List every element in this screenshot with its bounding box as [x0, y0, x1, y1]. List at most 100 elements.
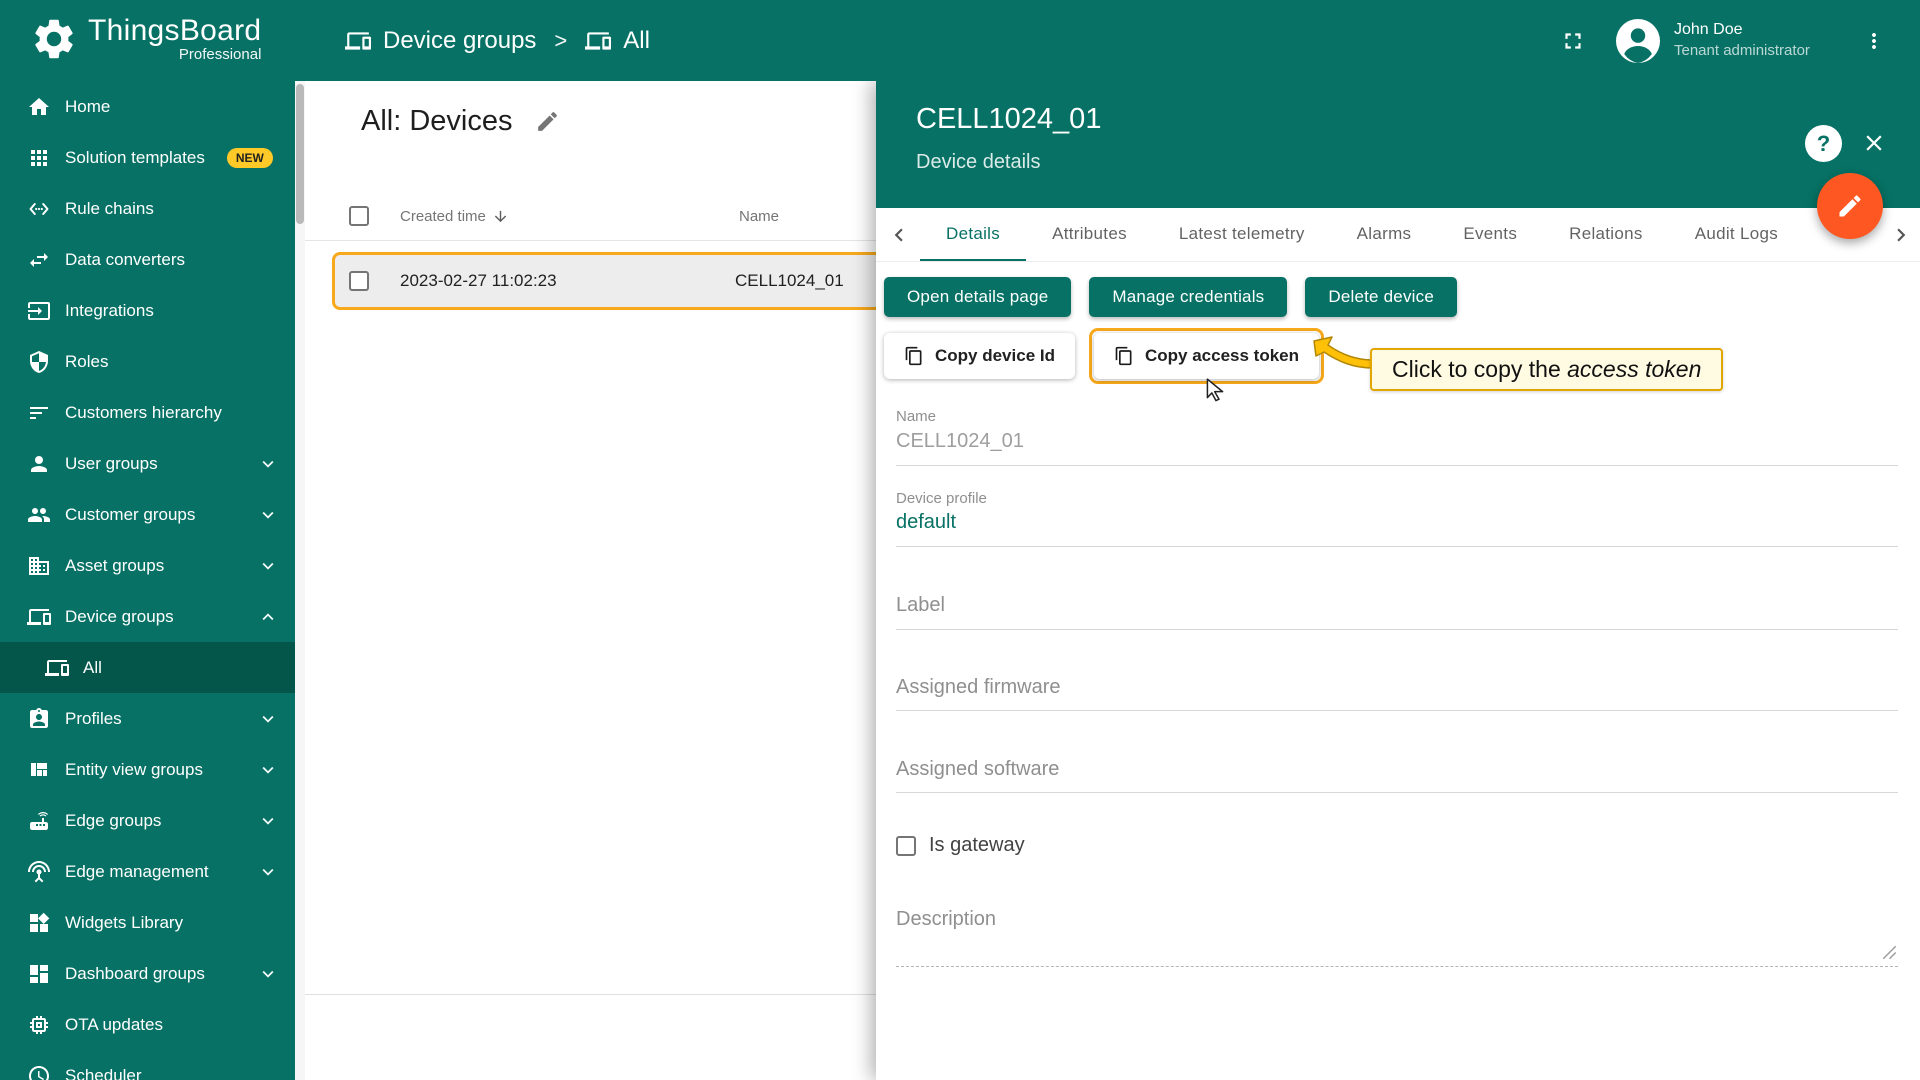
chevron-up-icon — [257, 606, 279, 628]
chevron-down-icon — [257, 555, 279, 577]
app-logo[interactable]: ThingsBoard Professional — [30, 14, 261, 63]
help-button[interactable]: ? — [1805, 125, 1842, 162]
device-profile-label: Device profile — [896, 490, 987, 507]
tab-relations[interactable]: Relations — [1543, 208, 1669, 262]
sidebar-item-edge-groups[interactable]: Edge groups — [0, 795, 295, 846]
sidebar-item-roles[interactable]: Roles — [0, 336, 295, 387]
description-field[interactable]: Description — [896, 908, 996, 931]
devices-icon — [27, 605, 51, 629]
sidebar-item-integrations[interactable]: Integrations — [0, 285, 295, 336]
sidebar-item-scheduler[interactable]: Scheduler — [0, 1050, 295, 1080]
sidebar-item-label: Customers hierarchy — [65, 403, 222, 423]
sidebar-item-asset-groups[interactable]: Asset groups — [0, 540, 295, 591]
sidebar-item-data-converters[interactable]: Data converters — [0, 234, 295, 285]
sidebar-item-label: Profiles — [65, 709, 122, 729]
widgets-icon — [27, 911, 51, 935]
sidebar-item-dashboard-groups[interactable]: Dashboard groups — [0, 948, 295, 999]
label-field[interactable]: Label — [896, 594, 945, 617]
sidebar-item-label: Data converters — [65, 250, 185, 270]
annotation-highlight-border: Copy access token — [1089, 328, 1324, 384]
sidebar-item-all[interactable]: All — [0, 642, 295, 693]
name-field-value[interactable]: CELL1024_01 — [896, 430, 1024, 453]
breadcrumb-all[interactable]: All — [585, 27, 650, 55]
is-gateway-label: Is gateway — [929, 834, 1025, 857]
tab-details[interactable]: Details — [920, 208, 1026, 262]
label-field-underline — [896, 629, 1898, 630]
sidebar-scrollbar[interactable] — [295, 81, 305, 1080]
copy-icon — [1114, 346, 1134, 366]
sidebar-item-label: Widgets Library — [65, 913, 183, 933]
cell-created-time: 2023-02-27 11:02:23 — [400, 271, 557, 291]
sidebar-item-rule-chains[interactable]: Rule chains — [0, 183, 295, 234]
panel-tabs: DetailsAttributesLatest telemetryAlarmsE… — [876, 208, 1920, 262]
tab-alarms[interactable]: Alarms — [1331, 208, 1438, 262]
sidebar-item-profiles[interactable]: Profiles — [0, 693, 295, 744]
chevron-down-icon — [257, 861, 279, 883]
sidebar-item-label: Edge groups — [65, 811, 161, 831]
tabs-scroll-left-icon[interactable] — [886, 222, 912, 248]
fullscreen-icon[interactable] — [1560, 28, 1586, 54]
assigned-firmware-field[interactable]: Assigned firmware — [896, 676, 1061, 699]
sidebar-item-customers-hierarchy[interactable]: Customers hierarchy — [0, 387, 295, 438]
select-all-checkbox[interactable] — [349, 206, 369, 226]
sidebar-item-device-groups[interactable]: Device groups — [0, 591, 295, 642]
column-created-time[interactable]: Created time — [400, 208, 509, 225]
sidebar-item-customer-groups[interactable]: Customer groups — [0, 489, 295, 540]
chevron-down-icon — [257, 759, 279, 781]
app-name: ThingsBoard — [88, 14, 261, 48]
sidebar-item-label: Rule chains — [65, 199, 154, 219]
assigned-firmware-underline — [896, 710, 1898, 711]
sidebar-item-label: Edge management — [65, 862, 209, 882]
devices-icon — [45, 656, 69, 680]
breadcrumb-label: All — [623, 27, 650, 55]
copy-access-token-button[interactable]: Copy access token — [1094, 333, 1319, 379]
column-name[interactable]: Name — [739, 208, 779, 225]
sidebar-item-home[interactable]: Home — [0, 81, 295, 132]
edit-fab[interactable] — [1817, 173, 1883, 239]
sidebar-item-label: Solution templates — [65, 148, 205, 168]
panel-title: CELL1024_01 — [916, 103, 1101, 136]
sidebar-item-widgets-library[interactable]: Widgets Library — [0, 897, 295, 948]
sidebar-item-entity-view-groups[interactable]: Entity view groups — [0, 744, 295, 795]
manage-credentials-button[interactable]: Manage credentials — [1089, 277, 1287, 317]
sidebar-item-label: Asset groups — [65, 556, 164, 576]
assigned-software-field[interactable]: Assigned software — [896, 758, 1059, 781]
page-title: All: Devices — [361, 105, 513, 138]
copy-device-id-button[interactable]: Copy device Id — [884, 333, 1075, 379]
chevron-down-icon — [257, 453, 279, 475]
sidebar-item-ota-updates[interactable]: OTA updates — [0, 999, 295, 1050]
home-icon — [27, 95, 51, 119]
sidebar-item-label: Dashboard groups — [65, 964, 205, 984]
sidebar-item-label: Home — [65, 97, 110, 117]
avatar[interactable] — [1614, 17, 1662, 65]
open-details-page-button[interactable]: Open details page — [884, 277, 1071, 317]
close-icon[interactable] — [1861, 130, 1887, 156]
tab-latest-telemetry[interactable]: Latest telemetry — [1153, 208, 1331, 262]
apps-icon — [27, 146, 51, 170]
sort-desc-icon[interactable] — [492, 208, 509, 225]
sidebar-item-user-groups[interactable]: User groups — [0, 438, 295, 489]
scrollbar-thumb[interactable] — [296, 84, 304, 224]
tabs-scroll-right-icon[interactable] — [1888, 222, 1914, 248]
sidebar: Home Solution templatesNEW Rule chains Data… — [0, 81, 295, 1080]
sidebar-item-label: Integrations — [65, 301, 154, 321]
memory-icon — [27, 1013, 51, 1037]
resize-handle-icon[interactable] — [1882, 945, 1897, 960]
sidebar-item-solution-templates[interactable]: Solution templatesNEW — [0, 132, 295, 183]
edit-group-name-icon[interactable] — [535, 109, 560, 134]
is-gateway-toggle[interactable]: Is gateway — [896, 834, 1025, 857]
row-checkbox[interactable] — [349, 271, 369, 291]
chevron-down-icon — [257, 963, 279, 985]
tab-audit-logs[interactable]: Audit Logs — [1669, 208, 1804, 262]
is-gateway-checkbox[interactable] — [896, 836, 916, 856]
sidebar-item-edge-management[interactable]: Edge management — [0, 846, 295, 897]
annotation-arrow — [1312, 335, 1376, 375]
device-profile-value[interactable]: default — [896, 511, 956, 534]
breadcrumb-device-groups[interactable]: Device groups — [345, 27, 536, 55]
more-menu-icon[interactable] — [1862, 29, 1886, 53]
rule-chains-icon — [27, 197, 51, 221]
delete-device-button[interactable]: Delete device — [1305, 277, 1457, 317]
tab-attributes[interactable]: Attributes — [1026, 208, 1153, 262]
tab-events[interactable]: Events — [1437, 208, 1543, 262]
breadcrumb: Device groups > All — [345, 0, 650, 81]
